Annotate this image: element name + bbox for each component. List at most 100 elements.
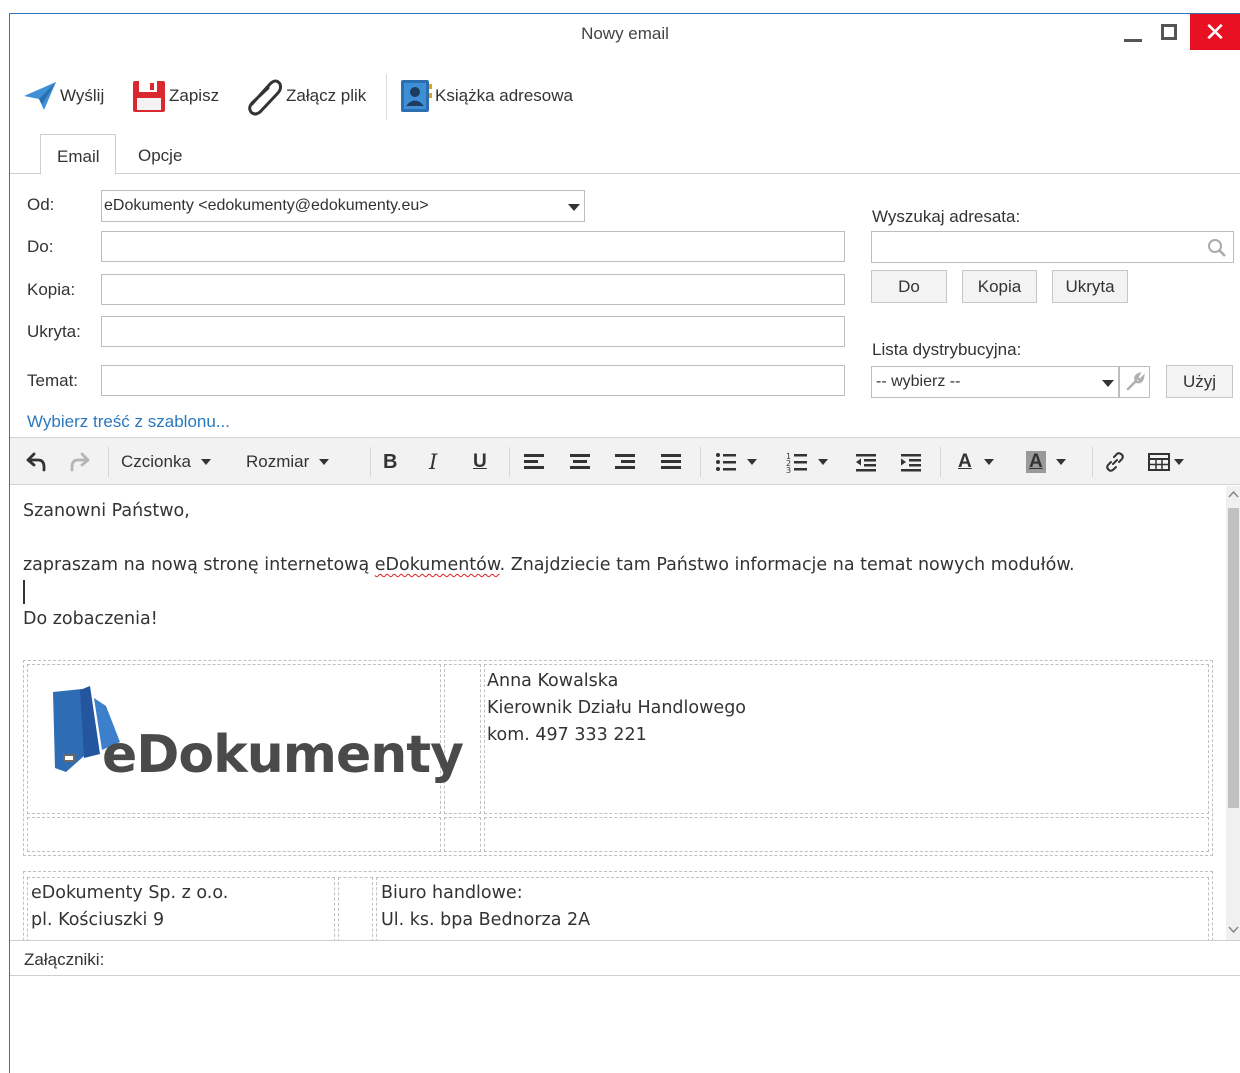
send-button[interactable]: Wyślij [22, 74, 104, 118]
editor-toolbar: Czcionka Rozmiar B I U 123 A A [10, 437, 1240, 485]
address-book-button[interactable]: Książka adresowa [399, 74, 573, 118]
bcc-input[interactable] [101, 316, 845, 347]
title-bar: Nowy email ✕ [10, 14, 1240, 56]
from-select[interactable]: eDokumenty <edokumenty@edokumenty.eu> [101, 190, 585, 222]
scroll-up-icon [1228, 490, 1239, 498]
distribution-list-label: Lista dystrybucyjna: [872, 340, 1022, 359]
font-size-dropdown[interactable]: Rozmiar [246, 438, 330, 486]
toolbar-divider [108, 447, 109, 477]
insert-table-button[interactable] [1148, 438, 1184, 486]
background-color-button[interactable]: A [1026, 438, 1066, 486]
close-button[interactable]: ✕ [1190, 14, 1240, 50]
signature-cell [484, 817, 1209, 852]
message-editor[interactable]: Szanowni Państwo, zapraszam na nową stro… [10, 486, 1226, 940]
add-to-button[interactable]: Do [871, 270, 947, 303]
misspelled-word: eDokumentów [374, 555, 500, 575]
company-name: eDokumenty Sp. z o.o. [31, 883, 229, 903]
paper-plane-icon [24, 82, 56, 110]
bold-button[interactable]: B [383, 438, 397, 486]
address-book-label: Książka adresowa [435, 86, 573, 105]
subject-label: Temat: [27, 371, 79, 390]
save-label: Zapisz [169, 86, 220, 105]
scrollbar-thumb[interactable] [1228, 508, 1239, 808]
from-value: eDokumenty <edokumenty@edokumenty.eu> [104, 197, 429, 214]
editor-scrollbar[interactable] [1226, 486, 1240, 940]
close-icon: ✕ [1204, 16, 1226, 47]
toolbar-divider [700, 447, 701, 477]
table-icon [1148, 453, 1170, 471]
search-recipient-input[interactable] [871, 231, 1234, 263]
from-label: Od: [27, 195, 55, 214]
toolbar-divider [1092, 447, 1093, 477]
chevron-down-icon [1174, 459, 1184, 465]
italic-icon: I [429, 450, 438, 474]
italic-button[interactable]: I [429, 438, 437, 486]
tab-bar: Email Opcje [10, 134, 1240, 175]
body-text-end: . Znajdziecie tam Państwo informacje na … [499, 555, 1075, 575]
scroll-down-icon [1228, 926, 1239, 934]
wrench-icon [1126, 372, 1145, 391]
attach-file-button[interactable]: Załącz plik [244, 74, 366, 118]
chevron-down-icon [1055, 459, 1066, 465]
maximize-icon [1161, 24, 1177, 40]
minimize-icon [1124, 38, 1142, 42]
numbered-list-button[interactable]: 123 [786, 438, 828, 486]
font-family-dropdown[interactable]: Czcionka [121, 438, 211, 486]
bullet-list-icon [716, 453, 736, 471]
cc-input[interactable] [101, 274, 845, 305]
bullet-list-button[interactable] [715, 438, 757, 486]
insert-link-button[interactable] [1104, 438, 1126, 486]
undo-button[interactable] [24, 438, 46, 486]
use-button[interactable]: Użyj [1166, 365, 1233, 398]
company-address: pl. Kościuszki 9 [31, 910, 165, 930]
align-justify-button[interactable] [660, 438, 682, 486]
search-icon [1208, 239, 1226, 257]
maximize-button[interactable] [1151, 14, 1187, 50]
chevron-down-icon [200, 459, 211, 465]
add-cc-button[interactable]: Kopia [962, 270, 1037, 303]
indent-button[interactable] [900, 438, 922, 486]
align-center-icon [570, 454, 590, 469]
greeting-text: Szanowni Państwo, [23, 501, 190, 521]
text-color-button[interactable]: A [956, 438, 994, 486]
window-title: Nowy email [581, 24, 669, 43]
chevron-down-icon [1102, 380, 1114, 387]
distribution-list-select[interactable]: -- wybierz -- [871, 366, 1119, 398]
bcc-label: Ukryta: [27, 322, 81, 341]
numbered-list-icon: 123 [786, 452, 807, 473]
font-size-label: Rozmiar [246, 452, 310, 471]
font-family-label: Czcionka [121, 452, 191, 471]
outdent-button[interactable] [855, 438, 877, 486]
underline-button[interactable]: U [473, 438, 487, 486]
to-input[interactable] [101, 231, 845, 262]
signature-position: Kierownik Działu Handlowego [487, 698, 747, 718]
align-right-button[interactable] [614, 438, 636, 486]
template-link[interactable]: Wybierz treść z szablonu... [27, 412, 230, 432]
bold-icon: B [383, 450, 398, 473]
svg-text:3: 3 [786, 466, 791, 473]
underline-icon: U [473, 451, 487, 472]
company-logo-text: eDokumenty [102, 725, 464, 785]
chevron-down-icon [818, 459, 828, 465]
align-left-button[interactable] [523, 438, 545, 486]
chevron-down-icon [747, 459, 757, 465]
toolbar-divider [940, 447, 941, 477]
redo-icon [70, 452, 90, 472]
save-button[interactable]: Zapisz [131, 74, 219, 118]
paperclip-icon [248, 79, 283, 116]
tab-options[interactable]: Opcje [122, 134, 198, 175]
address-book-icon [401, 80, 432, 112]
distribution-list-edit-button[interactable] [1119, 366, 1150, 398]
add-bcc-button[interactable]: Ukryta [1052, 270, 1128, 303]
body-paragraph: zapraszam na nową stronę internetową eDo… [23, 555, 1075, 575]
text-cursor [23, 580, 25, 604]
link-icon [1106, 452, 1124, 472]
redo-button[interactable] [70, 438, 92, 486]
subject-input[interactable] [101, 365, 845, 396]
tab-email[interactable]: Email [40, 134, 116, 175]
align-center-button[interactable] [569, 438, 591, 486]
minimize-button[interactable] [1115, 14, 1151, 50]
distribution-list-value: -- wybierz -- [876, 373, 961, 390]
office-label: Biuro handlowe: [381, 883, 523, 903]
text-color-icon: A [958, 451, 972, 472]
